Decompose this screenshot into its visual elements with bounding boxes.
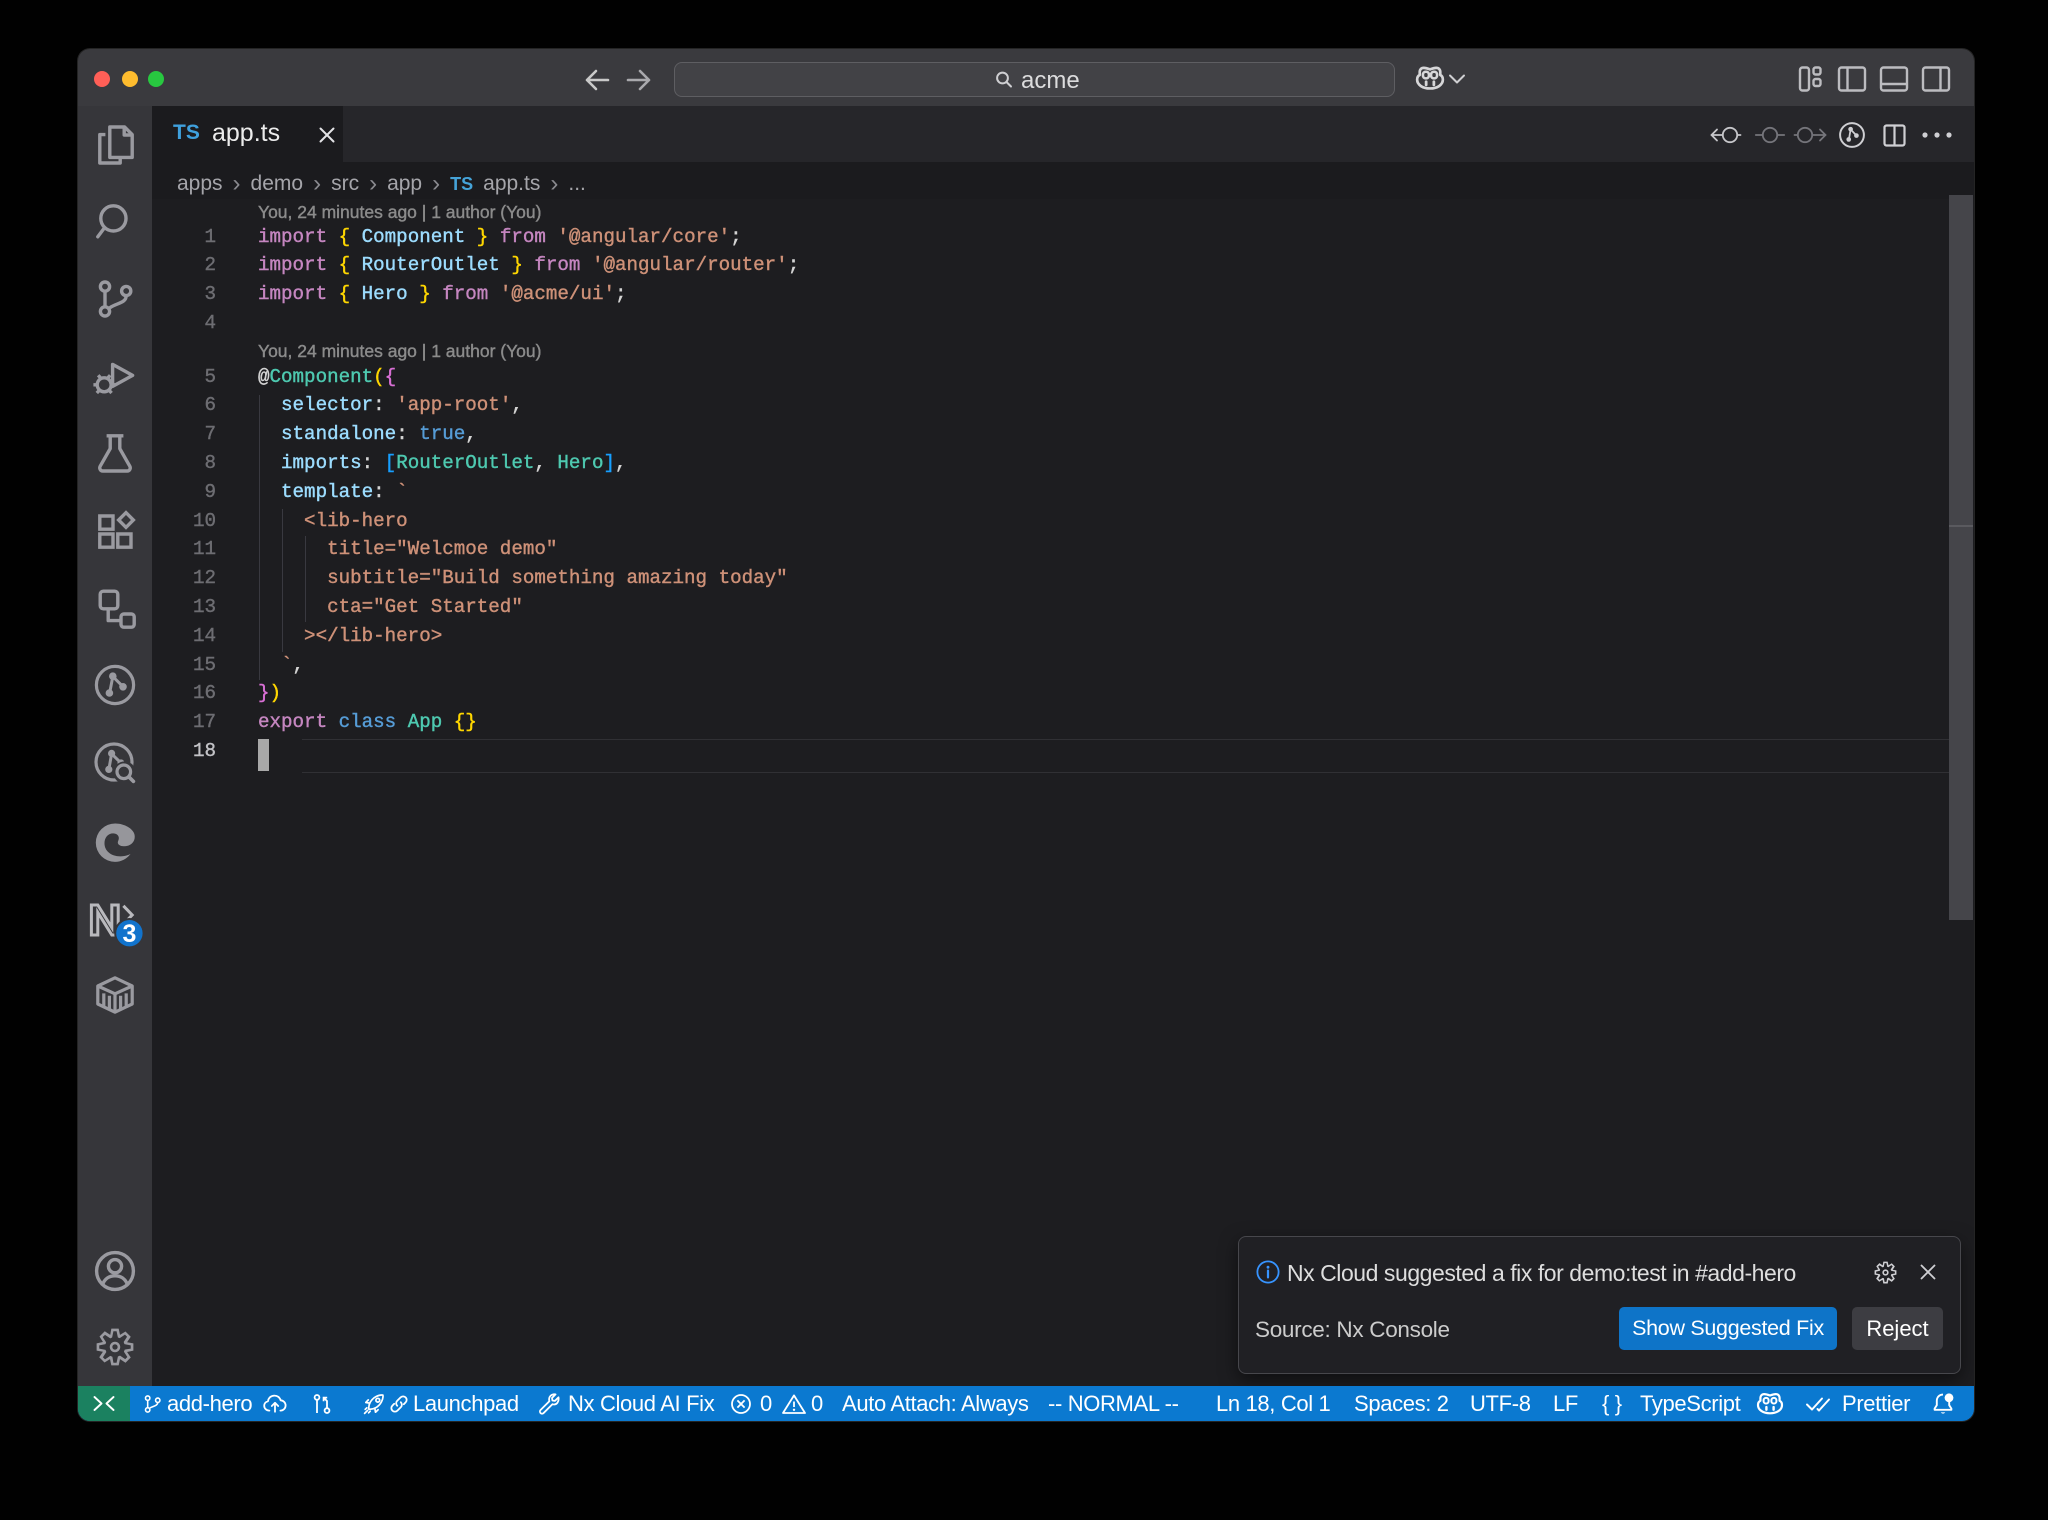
svg-text:3: 3 — [122, 920, 136, 948]
